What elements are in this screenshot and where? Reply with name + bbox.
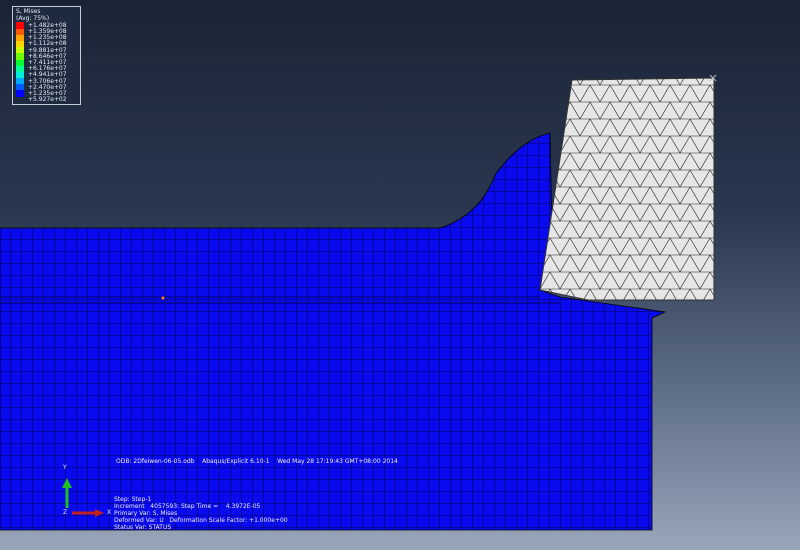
primary-var: Primary Var: S, Mises xyxy=(114,510,178,517)
triad-x-label: X xyxy=(107,509,112,516)
legend-title: S, Mises xyxy=(16,8,41,15)
viewport[interactable]: S, Mises (Avg: 75%) +1.482e+08 +1.359e+08… xyxy=(0,0,800,550)
increment-info: Increment 4057593: Step Time = 4.3972E-0… xyxy=(114,503,261,510)
model-view xyxy=(0,74,717,531)
odb-info: ODB: 2Dfeiwen-06-05.odb Abaqus/Explicit … xyxy=(116,458,398,465)
legend-value: +5.927e+02 xyxy=(28,96,67,104)
legend-swatch xyxy=(16,97,24,103)
step-info: Step: Step-1 xyxy=(114,496,152,503)
triad-y-label: Y xyxy=(63,464,67,471)
triad-z-label: Z xyxy=(63,509,68,516)
node-marker xyxy=(161,296,165,300)
legend-entry: +5.927e+02 xyxy=(16,96,77,104)
deformed-var: Deformed Var: U Deformation Scale Factor… xyxy=(114,517,288,524)
status-var: Status Var: STATUS xyxy=(114,524,172,531)
contour-legend: S, Mises (Avg: 75%) +1.482e+08 +1.359e+08… xyxy=(12,6,81,105)
cutting-tool xyxy=(539,77,715,301)
